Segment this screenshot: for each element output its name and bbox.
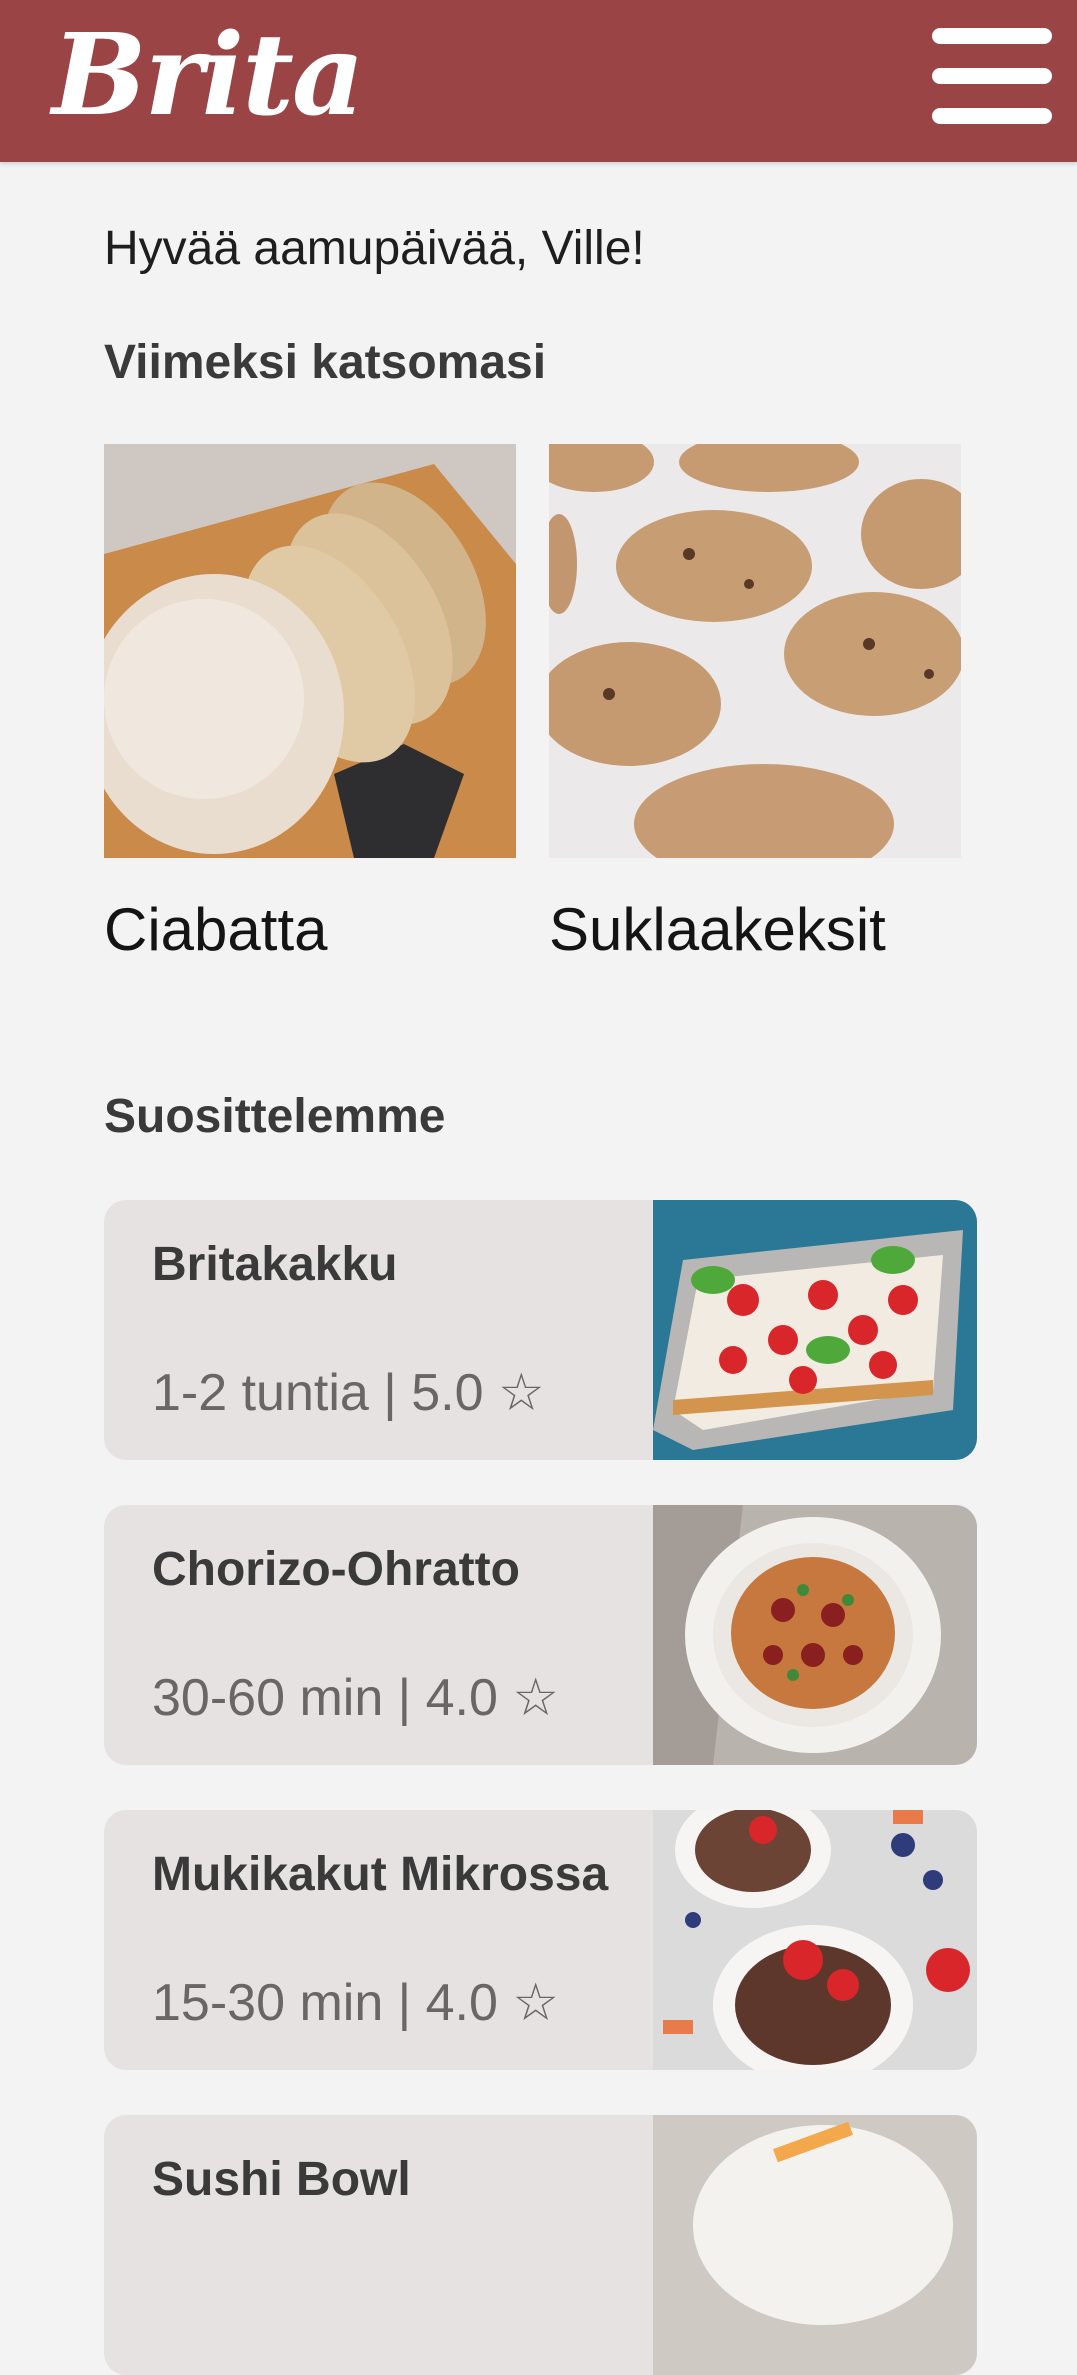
recent-item-name: Ciabatta [104, 896, 328, 963]
recommended-section-title: Suosittelemme [104, 1090, 446, 1143]
cookies-image [549, 444, 961, 858]
recipe-title: Britakakku [152, 1238, 398, 1291]
britakakku-image [653, 1200, 977, 1460]
recommended-card-mukikakut-mikrossa[interactable]: Mukikakut Mikrossa 15-30 min | 4.0 ☆ [104, 1810, 977, 2070]
mukikakut-image [653, 1810, 977, 2070]
recent-card-suklaakeksit[interactable]: Suklaakeksit [549, 444, 961, 970]
ciabatta-image [104, 444, 516, 858]
recipe-meta: 15-30 min | 4.0 ☆ [152, 1974, 559, 2032]
recipe-title: Sushi Bowl [152, 2153, 411, 2206]
recommended-card-chorizo-ohratto[interactable]: Chorizo-Ohratto 30-60 min | 4.0 ☆ [104, 1505, 977, 1765]
hamburger-menu-icon[interactable] [926, 24, 1058, 128]
recommended-card-sushi-bowl[interactable]: Sushi Bowl [104, 2115, 977, 2375]
recent-card-ciabatta[interactable]: Ciabatta [104, 444, 516, 970]
top-app-bar: Brita [0, 0, 1077, 162]
recipe-meta: 30-60 min | 4.0 ☆ [152, 1669, 559, 1727]
recipe-meta: 1-2 tuntia | 5.0 ☆ [152, 1364, 545, 1422]
recent-section-title: Viimeksi katsomasi [104, 336, 547, 389]
recipe-title: Mukikakut Mikrossa [152, 1848, 609, 1901]
brita-logo[interactable]: Brita [52, 6, 365, 146]
chorizo-ohratto-image [653, 1505, 977, 1765]
recipe-title: Chorizo-Ohratto [152, 1543, 520, 1596]
recent-item-name: Suklaakeksit [549, 896, 886, 963]
sushi-bowl-image [653, 2115, 977, 2375]
greeting-text: Hyvää aamupäivää, Ville! [104, 222, 645, 275]
recommended-card-britakakku[interactable]: Britakakku 1-2 tuntia | 5.0 ☆ [104, 1200, 977, 1460]
